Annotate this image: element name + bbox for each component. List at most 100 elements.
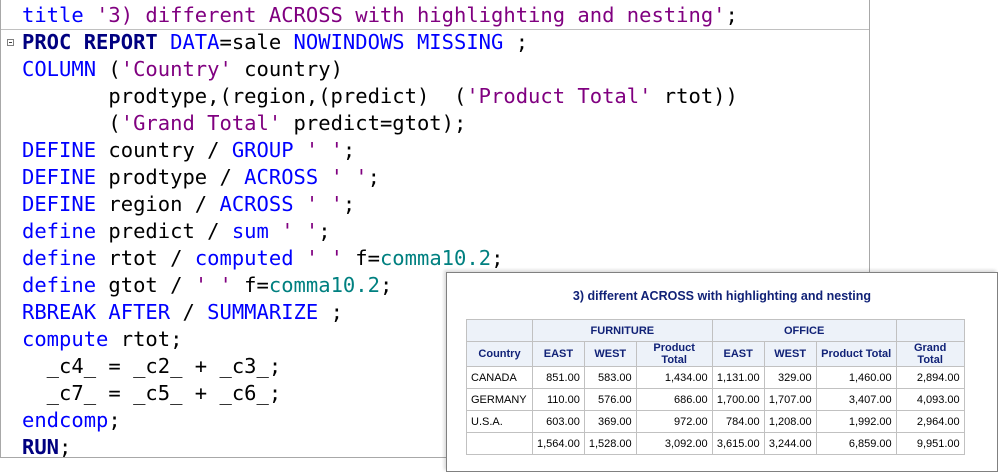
code-token: DEFINE — [22, 192, 97, 216]
value-cell: 972.00 — [635, 410, 713, 433]
code-token: prodtype,(region,(predict) ( — [22, 84, 467, 108]
code-line-text: RUN; — [22, 434, 72, 458]
code-line: ('Grand Total' predict=gtot); — [1, 110, 869, 137]
code-token: NOWINDOWS MISSING — [293, 30, 504, 54]
code-line: title '3) different ACROSS with highligh… — [1, 2, 869, 29]
column-header: EAST — [532, 341, 585, 367]
code-token: ; — [108, 408, 121, 432]
group-header-office: OFFICE — [711, 319, 897, 342]
group-header-furniture: FURNITURE — [532, 319, 713, 342]
country-cell: U.S.A. — [466, 410, 533, 433]
value-cell: 369.00 — [583, 410, 637, 433]
value-cell: 9,951.00 — [895, 432, 965, 455]
code-line-text: define gtot / ' ' f=comma10.2; — [22, 272, 392, 299]
column-header: EAST — [711, 341, 765, 367]
column-header: Country — [466, 341, 533, 367]
column-header: WEST — [763, 341, 817, 367]
code-token: ; — [503, 30, 529, 54]
code-token: rtot)) — [651, 84, 738, 108]
table-group-header-row: FURNITURE OFFICE — [466, 319, 965, 342]
table-column-header-row: Country EAST WEST Product Total EAST WEST Prod… — [466, 341, 965, 367]
value-cell: 603.00 — [532, 410, 585, 433]
code-token: predict=gtot); — [281, 111, 467, 135]
code-token: predict / — [96, 219, 232, 243]
code-token: DATA — [170, 30, 220, 54]
value-cell: 2,894.00 — [895, 366, 965, 389]
column-header: Product Total — [815, 341, 897, 367]
code-token: comma10.2 — [268, 273, 380, 297]
code-token: prodtype / — [96, 165, 245, 189]
value-cell: 3,092.00 — [635, 432, 713, 455]
fold-toggle-icon[interactable] — [7, 39, 14, 46]
code-line: COLUMN ('Country' country) — [1, 56, 869, 83]
value-cell: 576.00 — [583, 388, 637, 411]
value-cell: 583.00 — [583, 366, 637, 389]
code-line-text: define predict / sum ' '; — [22, 218, 331, 245]
code-token: ; — [725, 3, 738, 27]
column-header: WEST — [583, 341, 637, 367]
code-token: _c7_ = _c5_ + _c6_; — [22, 381, 282, 405]
code-line-text: _c7_ = _c5_ + _c6_; — [22, 380, 282, 407]
code-token: ; — [342, 192, 356, 216]
code-line-text: title '3) different ACROSS with highligh… — [22, 2, 738, 29]
code-token: 'Country' — [120, 57, 232, 81]
code-token: f= — [231, 273, 269, 297]
column-header: Product Total — [635, 341, 713, 367]
code-token: ' ' — [305, 246, 343, 270]
code-token: ' ' — [330, 165, 368, 189]
code-line-text: endcomp; — [22, 407, 121, 434]
value-cell: 686.00 — [635, 388, 713, 411]
table-row: 1,564.00 1,528.00 3,092.00 3,615.00 3,244.00… — [466, 432, 965, 455]
code-token: ' ' — [305, 138, 343, 162]
value-cell: 1,707.00 — [763, 388, 817, 411]
code-token: _c4_ = _c2_ + _c3_; — [22, 354, 282, 378]
code-token: region / — [96, 192, 220, 216]
value-cell: 329.00 — [763, 366, 817, 389]
code-token: ; — [318, 300, 343, 324]
code-token: rtot / — [96, 246, 195, 270]
code-line-text: PROC REPORT DATA=sale NOWINDOWS MISSING … — [22, 29, 528, 56]
code-token: DEFINE — [22, 138, 97, 162]
code-line: DEFINE country / GROUP ' '; — [1, 137, 869, 164]
code-token: =sale — [219, 30, 294, 54]
value-cell: 110.00 — [532, 388, 585, 411]
code-line: define rtot / computed ' ' f=comma10.2; — [1, 245, 869, 272]
value-cell: 784.00 — [711, 410, 765, 433]
code-token: country) — [231, 57, 343, 81]
code-token: / — [170, 300, 208, 324]
code-token: computed — [194, 246, 294, 270]
code-token: COLUMN — [22, 57, 109, 81]
code-token: ACROSS — [219, 192, 294, 216]
code-line-text: ('Grand Total' predict=gtot); — [22, 110, 466, 137]
code-token: country / — [96, 138, 232, 162]
code-line: prodtype,(region,(predict) ('Product Tot… — [1, 83, 869, 110]
code-token: define — [22, 246, 97, 270]
code-token: define — [22, 273, 97, 297]
value-cell: 1,700.00 — [711, 388, 765, 411]
code-token: ; — [318, 219, 331, 243]
code-token: ' ' — [305, 192, 343, 216]
value-cell: 851.00 — [532, 366, 585, 389]
table-row: CANADA 851.00 583.00 1,434.00 1,131.00 329.00… — [466, 366, 965, 389]
value-cell: 3,615.00 — [711, 432, 765, 455]
code-token: RBREAK AFTER — [22, 300, 171, 324]
code-token: ( — [22, 111, 121, 135]
code-token: rtot; — [108, 327, 183, 351]
code-token: gtot / — [96, 273, 195, 297]
code-token: ; — [59, 435, 72, 458]
value-cell: 2,964.00 — [895, 410, 965, 433]
code-token: '3) different ACROSS with highlighting a… — [96, 3, 726, 27]
report-title: 3) different ACROSS with highlighting an… — [572, 289, 872, 303]
table-body: CANADA 851.00 583.00 1,434.00 1,131.00 329.00… — [466, 366, 965, 455]
code-token: ; — [367, 165, 380, 189]
code-token: ( — [108, 57, 121, 81]
report-table: FURNITURE OFFICE Country EAST WEST Product … — [466, 319, 965, 455]
code-token: sum — [231, 219, 269, 243]
table-row: GERMANY 110.00 576.00 686.00 1,700.00 1,707.0… — [466, 388, 965, 411]
code-line-text: define rtot / computed ' ' f=comma10.2; — [22, 245, 503, 272]
value-cell: 1,528.00 — [583, 432, 637, 455]
value-cell: 1,208.00 — [763, 410, 817, 433]
code-token: ; — [491, 246, 504, 270]
code-token: f= — [342, 246, 380, 270]
table-row: U.S.A. 603.00 369.00 972.00 784.00 1,208.00 1,… — [466, 410, 965, 433]
